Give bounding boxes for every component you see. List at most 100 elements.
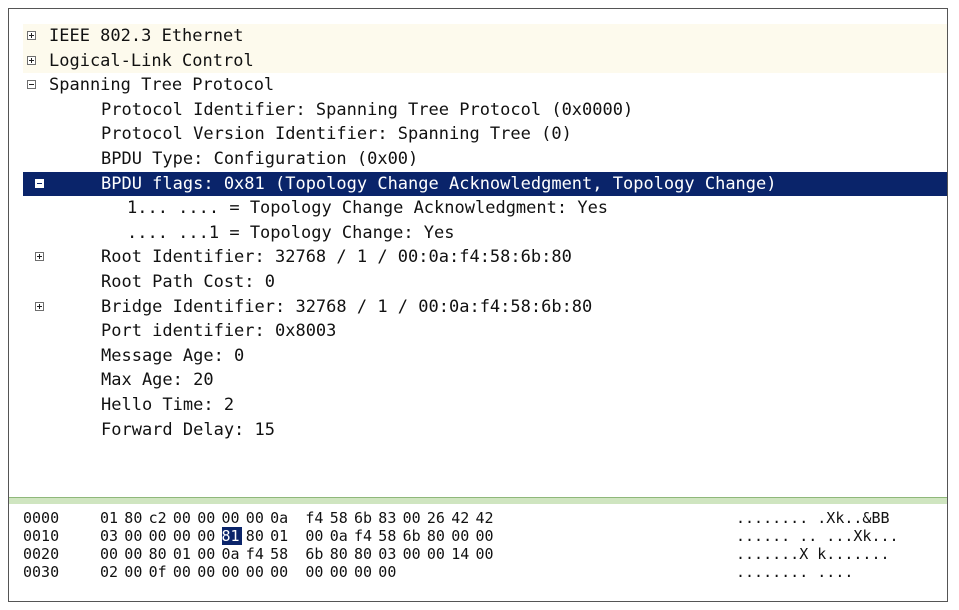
hex-byte[interactable]: 00 xyxy=(246,509,266,527)
hex-byte[interactable]: 00 xyxy=(197,545,217,563)
hex-byte[interactable]: 00 xyxy=(451,527,471,545)
packet-details-tree: IEEE 802.3 Ethernet Logical-Link Control S… xyxy=(23,24,947,443)
tree-row-label: Root Path Cost: 0 xyxy=(101,271,275,292)
tree-row[interactable]: Spanning Tree Protocol xyxy=(23,73,947,98)
tree-row[interactable]: Port identifier: 0x8003 xyxy=(23,319,947,344)
hex-byte[interactable]: 80 xyxy=(354,545,374,563)
hex-byte[interactable]: 00 xyxy=(222,509,242,527)
hex-row: 0000 01 80 c2 00 00 00 00 0a f4 58 6b 83 00 26 42 42....… xyxy=(23,509,947,527)
packet-detail-window: IEEE 802.3 Ethernet Logical-Link Control S… xyxy=(8,8,948,602)
hex-ascii[interactable]: ...... .. ...Xk... xyxy=(736,527,899,545)
hex-offset: 0010 xyxy=(23,527,60,545)
hex-byte[interactable]: 00 xyxy=(197,563,217,581)
hex-byte[interactable]: 00 xyxy=(222,563,242,581)
tree-row[interactable]: Logical-Link Control xyxy=(23,48,947,74)
pane-splitter[interactable] xyxy=(9,497,947,504)
tree-row[interactable]: Forward Delay: 15 xyxy=(23,418,947,443)
hex-byte[interactable]: 0a xyxy=(270,509,290,527)
hex-byte[interactable]: 00 xyxy=(173,527,193,545)
hex-byte[interactable]: 83 xyxy=(378,509,398,527)
hex-ascii[interactable]: .......X k....... xyxy=(736,545,890,563)
hex-byte[interactable]: 6b xyxy=(354,509,374,527)
collapse-icon[interactable] xyxy=(35,178,44,188)
hex-byte[interactable]: 00 xyxy=(124,563,144,581)
hex-byte[interactable]: 00 xyxy=(403,509,423,527)
hex-byte[interactable]: 00 xyxy=(403,545,423,563)
hex-byte[interactable]: 00 xyxy=(149,527,169,545)
hex-byte[interactable]: 00 xyxy=(354,563,374,581)
hex-byte[interactable]: 00 xyxy=(124,527,144,545)
hex-byte[interactable]: 00 xyxy=(330,563,350,581)
hex-row: 0030 02 00 0f 00 00 00 00 00 00 00 00 00........ ...… xyxy=(23,563,947,581)
hex-byte[interactable]: 00 xyxy=(378,563,398,581)
tree-row[interactable]: 1... .... = Topology Change Acknowledgme… xyxy=(23,196,947,221)
hex-byte[interactable]: 42 xyxy=(451,509,471,527)
hex-offset: 0030 xyxy=(23,563,60,581)
hex-byte[interactable]: 01 xyxy=(173,545,193,563)
hex-byte[interactable]: 00 xyxy=(246,563,266,581)
expand-icon[interactable] xyxy=(27,31,36,40)
hex-ascii[interactable]: ........ .... xyxy=(736,563,853,581)
hex-byte[interactable]: 00 xyxy=(270,563,290,581)
expand-icon[interactable] xyxy=(35,301,44,311)
tree-row-label: Logical-Link Control xyxy=(49,50,254,71)
hex-byte[interactable]: 00 xyxy=(197,509,217,527)
hex-byte[interactable]: 00 xyxy=(305,527,325,545)
hex-byte[interactable]: 14 xyxy=(451,545,471,563)
hex-byte[interactable]: 00 xyxy=(100,545,120,563)
hex-byte[interactable]: 6b xyxy=(403,527,423,545)
hex-offset: 0020 xyxy=(23,545,60,563)
hex-byte[interactable]: 80 xyxy=(149,545,169,563)
hex-byte[interactable]: 80 xyxy=(330,545,350,563)
hex-byte[interactable]: 58 xyxy=(378,527,398,545)
hex-byte[interactable]: 00 xyxy=(173,563,193,581)
hex-byte[interactable]: c2 xyxy=(149,509,169,527)
hex-byte[interactable]: 80 xyxy=(427,527,447,545)
hex-byte[interactable]: 01 xyxy=(100,509,120,527)
tree-row-label: Protocol Version Identifier: Spanning Tr… xyxy=(101,124,572,145)
hex-byte[interactable]: 02 xyxy=(100,563,120,581)
collapse-icon[interactable] xyxy=(27,80,36,90)
hex-byte[interactable]: 0a xyxy=(222,545,242,563)
tree-row[interactable]: Hello Time: 2 xyxy=(23,393,947,418)
tree-row[interactable]: .... ...1 = Topology Change: Yes xyxy=(23,221,947,246)
tree-row[interactable]: Root Path Cost: 0 xyxy=(23,270,947,295)
tree-row[interactable]: Protocol Version Identifier: Spanning Tr… xyxy=(23,122,947,147)
hex-byte[interactable]: 03 xyxy=(100,527,120,545)
hex-byte[interactable]: 58 xyxy=(270,545,290,563)
hex-byte[interactable]: 58 xyxy=(330,509,350,527)
tree-row[interactable]: Max Age: 20 xyxy=(23,368,947,393)
hex-byte[interactable]: f4 xyxy=(305,509,325,527)
hex-byte[interactable]: 0f xyxy=(149,563,169,581)
tree-row[interactable]: Bridge Identifier: 32768 / 1 / 00:0a:f4:… xyxy=(23,295,947,320)
hex-byte[interactable]: 80 xyxy=(246,527,266,545)
tree-row[interactable]: Message Age: 0 xyxy=(23,344,947,369)
hex-byte[interactable]: 03 xyxy=(378,545,398,563)
hex-byte[interactable]: 00 xyxy=(305,563,325,581)
hex-byte[interactable]: 0a xyxy=(330,527,350,545)
expand-icon[interactable] xyxy=(27,55,36,65)
tree-row-label: IEEE 802.3 Ethernet xyxy=(49,26,244,46)
hex-byte[interactable]: f4 xyxy=(354,527,374,545)
hex-byte[interactable]: 00 xyxy=(427,545,447,563)
hex-byte[interactable]: 00 xyxy=(476,545,496,563)
hex-byte[interactable]: 00 xyxy=(476,527,496,545)
hex-byte[interactable]: 26 xyxy=(427,509,447,527)
hex-byte[interactable]: f4 xyxy=(246,545,266,563)
tree-row[interactable]: Root Identifier: 32768 / 1 / 00:0a:f4:58… xyxy=(23,245,947,270)
hex-byte[interactable]: 80 xyxy=(124,509,144,527)
tree-row[interactable]: Protocol Identifier: Spanning Tree Proto… xyxy=(23,98,947,123)
tree-row[interactable]: BPDU Type: Configuration (0x00) xyxy=(23,147,947,172)
hex-byte[interactable]: 00 xyxy=(197,527,217,545)
tree-row-label: Root Identifier: 32768 / 1 / 00:0a:f4:58… xyxy=(101,247,572,268)
hex-byte[interactable]: 6b xyxy=(305,545,325,563)
expand-icon[interactable] xyxy=(35,252,44,262)
tree-row[interactable]: BPDU flags: 0x81 (Topology Change Acknow… xyxy=(23,171,947,197)
tree-row[interactable]: IEEE 802.3 Ethernet xyxy=(23,24,947,49)
hex-byte[interactable]: 00 xyxy=(124,545,144,563)
hex-ascii[interactable]: ........ .Xk..&BB xyxy=(736,509,890,527)
hex-byte[interactable]: 00 xyxy=(173,509,193,527)
hex-byte[interactable]: 42 xyxy=(476,509,496,527)
hex-byte[interactable]: 81 xyxy=(221,527,242,545)
hex-byte[interactable]: 01 xyxy=(270,527,290,545)
